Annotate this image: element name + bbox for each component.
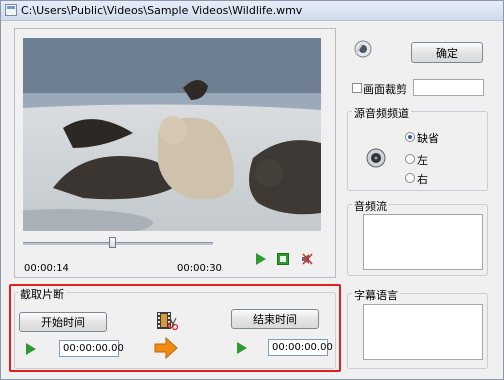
radio-left-label: 左 [417,154,428,167]
arrow-right-icon [154,337,178,359]
video-frame-image [23,38,321,231]
end-time-button[interactable]: 结束时间 [231,309,319,329]
audio-stream-list[interactable] [363,214,483,270]
snapshot-icon[interactable] [353,39,373,59]
audio-channel-title: 源音频频道 [352,105,411,121]
video-preview [23,38,321,231]
play-icon[interactable] [256,253,266,265]
radio-right-label: 右 [417,173,428,186]
radio-default[interactable] [405,132,415,142]
crop-checkbox[interactable] [352,83,362,93]
start-time-value: 00:00:00.00 [63,343,124,354]
radio-default-label: 缺省 [417,132,439,145]
window-title: C:\Users\Public\Videos\Sample Videos\Wil… [21,4,303,17]
start-time-input[interactable]: 00:00:00.00 [59,340,124,357]
title-bar: C:\Users\Public\Videos\Sample Videos\Wil… [1,1,503,21]
app-icon [5,4,17,16]
app-window: C:\Users\Public\Videos\Sample Videos\Wil… [0,0,504,380]
play-end-icon[interactable] [237,342,247,354]
seek-thumb[interactable] [109,237,117,248]
crop-input[interactable] [413,79,484,96]
radio-right[interactable] [405,173,415,183]
start-time-button[interactable]: 开始时间 [19,312,107,332]
subtitle-language-list[interactable] [363,304,483,360]
ok-button[interactable]: 确定 [411,42,483,63]
current-time: 00:00:14 [24,263,69,274]
crop-label: 画面裁剪 [363,83,407,96]
seek-track[interactable] [23,242,213,245]
speaker-icon [366,148,386,168]
end-time-input[interactable]: 00:00:00.00 [268,339,333,356]
audio-stream-title: 音频流 [352,198,389,214]
end-time-value: 00:00:00.00 [272,342,333,353]
stop-icon[interactable] [277,253,289,265]
mute-icon[interactable] [300,252,314,266]
subtitle-language-title: 字幕语言 [352,287,400,303]
radio-left[interactable] [405,154,415,164]
film-cut-icon[interactable] [156,310,178,332]
play-start-icon[interactable] [26,343,36,355]
total-time: 00:00:30 [177,263,222,274]
